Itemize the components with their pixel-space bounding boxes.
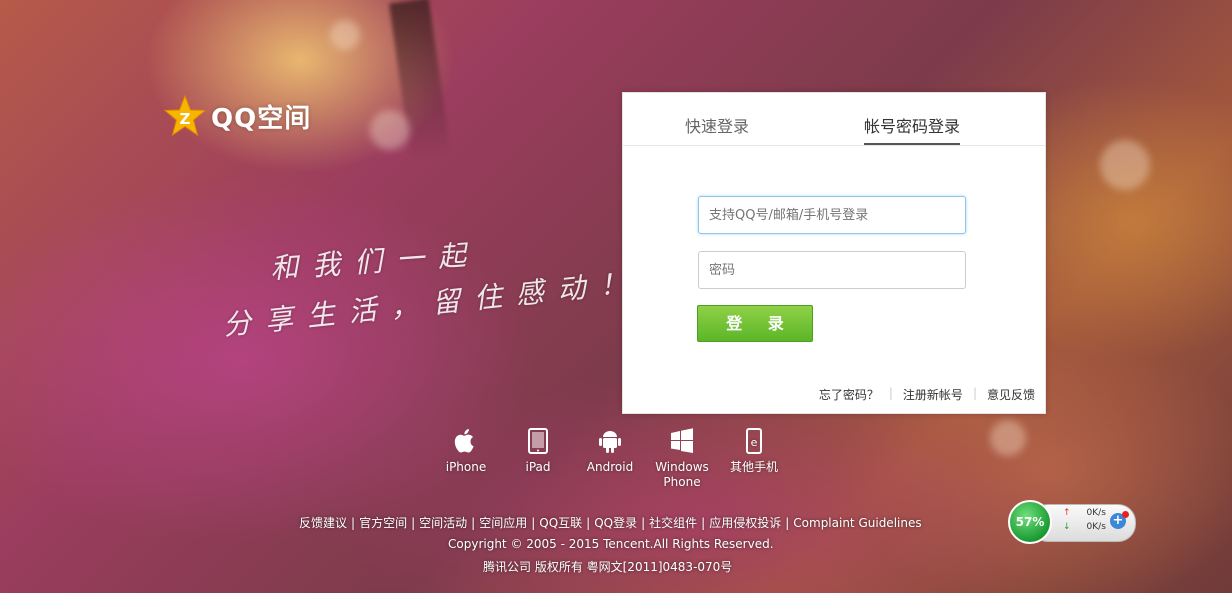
notification-dot: [1122, 511, 1129, 518]
register-link[interactable]: 注册新帐号: [903, 386, 963, 403]
arrow-up-icon: ↑: [1063, 508, 1071, 518]
phone-icon: e: [746, 428, 762, 454]
memory-percent-badge[interactable]: 57%: [1008, 500, 1052, 544]
windows-icon: [671, 428, 693, 453]
login-panel: 快速登录 帐号密码登录 登 录 忘了密码？ | 注册新帐号 | 意见反馈: [622, 92, 1046, 414]
footer-link-apps[interactable]: 空间应用: [479, 516, 527, 530]
tab-account-login[interactable]: 帐号密码登录: [864, 113, 961, 145]
footer-link-feedback[interactable]: 反馈建议: [299, 516, 347, 530]
background-bokeh: [1100, 140, 1150, 190]
login-button[interactable]: 登 录: [697, 305, 813, 342]
background-bokeh: [330, 20, 360, 50]
platform-label: 其他手机: [729, 460, 778, 474]
qzone-star-icon: Z: [163, 95, 207, 137]
forgot-password-link[interactable]: 忘了密码？: [819, 386, 879, 403]
feedback-link[interactable]: 意见反馈: [987, 386, 1035, 403]
background-bokeh: [990, 420, 1026, 456]
upload-speed: ↑ 0K/s: [1063, 508, 1106, 518]
svg-text:e: e: [751, 436, 758, 449]
divider: |: [471, 516, 476, 530]
android-icon: [599, 431, 621, 453]
divider: |: [701, 516, 706, 530]
apple-icon: [454, 429, 474, 453]
platform-label: Android: [586, 460, 634, 474]
platform-label: iPhone: [445, 460, 487, 474]
background-bokeh: [370, 110, 410, 150]
divider: |: [888, 386, 893, 400]
platform-downloads: iPhone iPad Android Windows Phone e 其他手机: [430, 428, 790, 490]
copyright-text: Copyright © 2005 - 2015 Tencent.All Righ…: [448, 537, 774, 551]
password-input[interactable]: [698, 251, 966, 289]
footer-link-qq-login[interactable]: QQ登录: [594, 516, 637, 530]
footer-link-social-widgets[interactable]: 社交组件: [649, 516, 697, 530]
qzone-logo[interactable]: Z QQ空间: [163, 95, 311, 137]
divider: |: [785, 516, 790, 530]
divider: |: [411, 516, 416, 530]
platform-android[interactable]: Android: [574, 428, 646, 490]
platform-iphone[interactable]: iPhone: [430, 428, 502, 490]
license-text: 腾讯公司 版权所有 粤网文[2011]0483-070号: [483, 560, 733, 574]
divider: |: [641, 516, 646, 530]
divider: |: [531, 516, 536, 530]
footer-links: 反馈建议 | 官方空间 | 空间活动 | 空间应用 | QQ互联 | QQ登录 | 社交组件 | 应用侵权投…: [299, 514, 922, 531]
svg-text:Z: Z: [180, 110, 191, 128]
network-speed-widget[interactable]: 57% ↑ 0K/s ↓ 0K/s +: [1008, 500, 1136, 544]
footer-link-infringement[interactable]: 应用侵权投诉: [709, 516, 781, 530]
platform-other-phones[interactable]: e 其他手机: [718, 428, 790, 490]
footer-link-complaint-guidelines[interactable]: Complaint Guidelines: [793, 516, 921, 530]
platform-ipad[interactable]: iPad: [502, 428, 574, 490]
footer-link-qq-connect[interactable]: QQ互联: [539, 516, 582, 530]
login-tabs: 快速登录 帐号密码登录: [623, 93, 1045, 146]
divider: |: [972, 386, 977, 400]
logo-text: QQ空间: [211, 103, 312, 134]
footer-link-official-space[interactable]: 官方空间: [359, 516, 407, 530]
platform-label: Windows Phone: [655, 460, 709, 489]
upload-speed-value: 0K/s: [1086, 508, 1106, 518]
footer-link-activities[interactable]: 空间活动: [419, 516, 467, 530]
ipad-icon: [528, 428, 548, 454]
arrow-down-icon: ↓: [1063, 522, 1071, 532]
username-input[interactable]: [698, 196, 966, 234]
download-speed: ↓ 0K/s: [1063, 522, 1106, 532]
divider: |: [351, 516, 356, 530]
platform-label: iPad: [525, 460, 551, 474]
tab-quick-login[interactable]: 快速登录: [685, 113, 749, 137]
login-links: 忘了密码？ | 注册新帐号 | 意见反馈: [819, 386, 1035, 403]
download-speed-value: 0K/s: [1086, 522, 1106, 532]
platform-windows-phone[interactable]: Windows Phone: [646, 428, 718, 490]
divider: |: [586, 516, 591, 530]
